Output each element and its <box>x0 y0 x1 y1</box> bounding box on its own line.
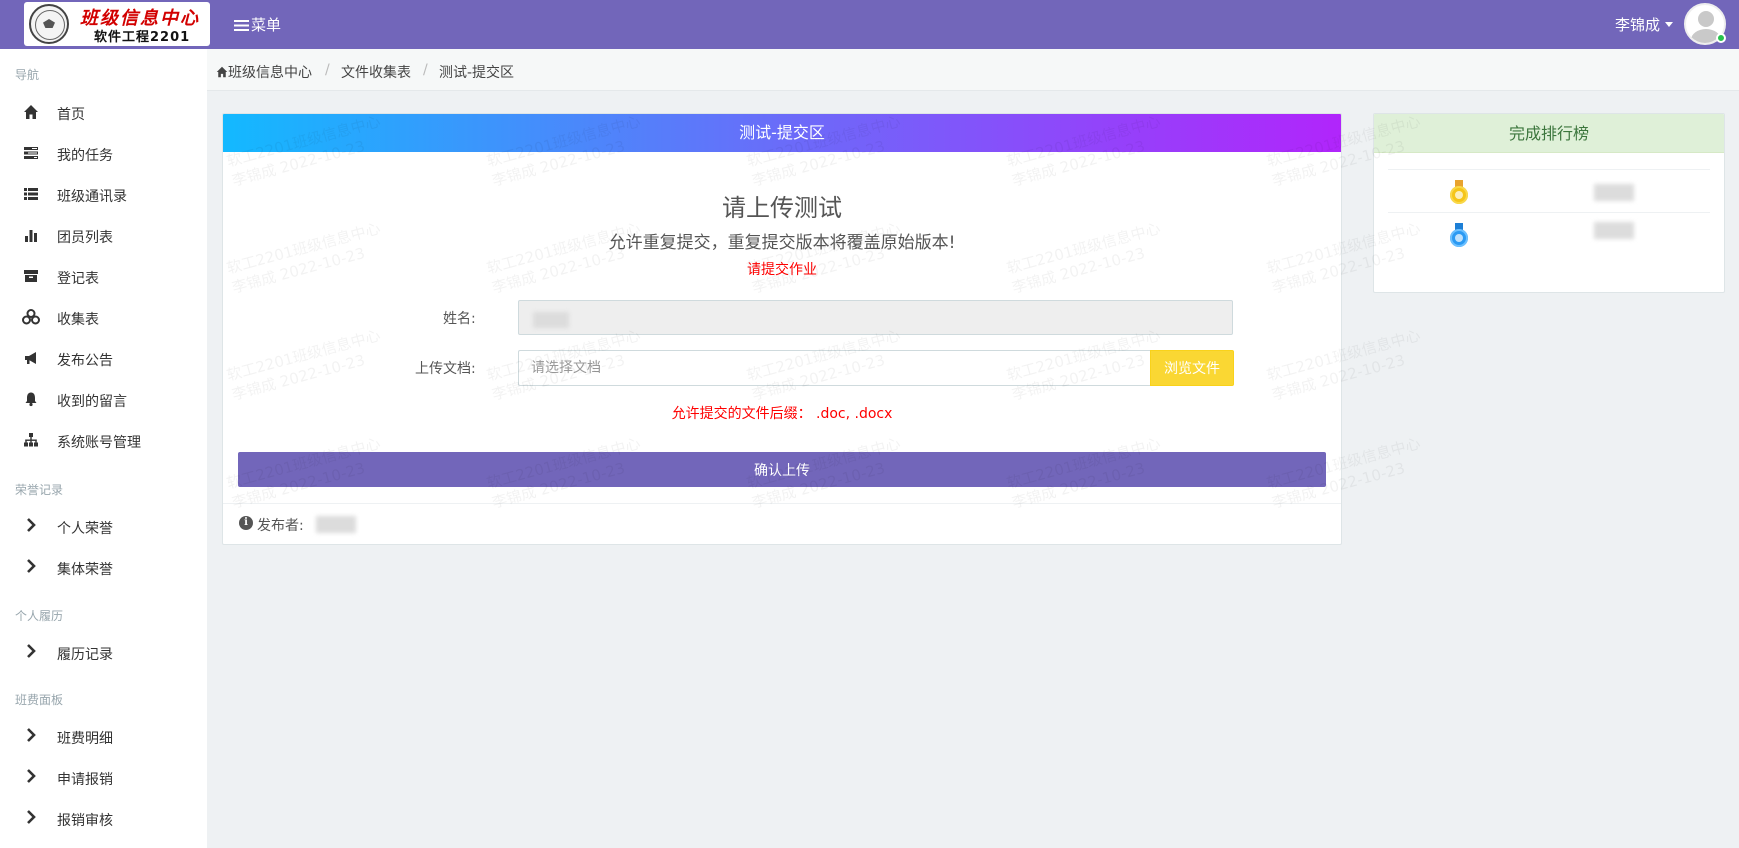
menu-toggle-label: 菜单 <box>251 16 282 34</box>
sidebar-item-announce[interactable]: 发布公告 <box>0 340 207 378</box>
upload-note: 允许重复提交，重复提交版本将覆盖原始版本! <box>608 233 956 253</box>
sidebar-item-label: 发布公告 <box>57 353 113 369</box>
sidebar-item-label: 我的任务 <box>57 148 113 164</box>
sidebar-item-label: 首页 <box>57 107 85 123</box>
cubes-icon <box>22 309 40 327</box>
sidebar-item-label: 报销审核 <box>57 813 113 829</box>
sidebar-item-label: 申请报销 <box>57 772 113 788</box>
bar-chart-icon <box>22 227 40 245</box>
sidebar-item-label: 收到的留言 <box>57 394 127 410</box>
list-icon <box>22 186 40 204</box>
breadcrumb-separator: / <box>423 62 428 78</box>
sidebar-item-group-honor[interactable]: 集体荣誉 <box>0 549 207 587</box>
redacted-rank-name <box>1594 222 1634 239</box>
name-label: 姓名: <box>443 311 476 327</box>
sitemap-icon <box>22 432 40 450</box>
tasks-icon <box>22 145 40 163</box>
archive-icon <box>22 268 40 286</box>
chevron-right-icon <box>22 518 40 536</box>
top-navbar: 班级信息中心 软件工程2201 菜单 李锦成 <box>0 0 1739 49</box>
info-icon: i <box>239 516 253 530</box>
sidebar-item-label: 集体荣誉 <box>57 562 113 578</box>
sidebar-item-label: 班级通讯录 <box>57 189 127 205</box>
sidebar-item-my-tasks[interactable]: 我的任务 <box>0 135 207 173</box>
sidebar-item-accounts[interactable]: 系统账号管理 <box>0 422 207 460</box>
allowed-suffix-note: 允许提交的文件后缀： .doc, .docx <box>671 406 893 422</box>
sidebar-item-personal-honor[interactable]: 个人荣誉 <box>0 508 207 546</box>
breadcrumb-file-collection[interactable]: 文件收集表 <box>341 62 411 82</box>
redacted-rank-name <box>1594 184 1634 201</box>
upload-panel: 测试-提交区 请上传测试 允许重复提交，重复提交版本将覆盖原始版本! 请提交作业… <box>222 113 1342 545</box>
nav-section-title: 导航 <box>15 68 40 82</box>
panel-title: 测试-提交区 <box>223 114 1341 152</box>
chevron-right-icon <box>22 559 40 577</box>
ranking-title: 完成排行榜 <box>1374 114 1724 153</box>
upload-status: 请提交作业 <box>747 262 817 278</box>
sidebar-item-label: 个人荣誉 <box>57 521 113 537</box>
file-path-input[interactable] <box>518 350 1152 386</box>
ranking-row <box>1388 169 1710 212</box>
sidebar-item-resume[interactable]: 履历记录 <box>0 634 207 672</box>
sidebar-item-members[interactable]: 团员列表 <box>0 217 207 255</box>
file-label: 上传文档: <box>415 361 476 377</box>
bell-icon <box>22 391 40 409</box>
sidebar-item-label: 班费明细 <box>57 731 113 747</box>
menu-toggle-button[interactable]: 菜单 <box>234 14 281 35</box>
panel-footer: i 发布者: <box>223 503 1341 544</box>
breadcrumb: 班级信息中心 / 文件收集表 / 测试-提交区 <box>207 49 1739 91</box>
chevron-right-icon <box>22 769 40 787</box>
sidebar-item-collect[interactable]: 收集表 <box>0 299 207 337</box>
chevron-right-icon <box>22 810 40 828</box>
user-name: 李锦成 <box>1615 16 1661 34</box>
sidebar-item-messages[interactable]: 收到的留言 <box>0 381 207 419</box>
breadcrumb-home-label: 班级信息中心 <box>228 65 312 81</box>
sidebar-item-fee-detail[interactable]: 班费明细 <box>0 718 207 756</box>
user-dropdown[interactable]: 李锦成 <box>1615 14 1674 35</box>
sidebar-item-reimburse-review[interactable]: 报销审核 <box>0 800 207 838</box>
university-seal-icon <box>29 4 69 44</box>
ranking-panel: 完成排行榜 <box>1373 113 1725 293</box>
sidebar-item-reimburse-apply[interactable]: 申请报销 <box>0 759 207 797</box>
breadcrumb-home[interactable]: 班级信息中心 <box>216 62 312 82</box>
chevron-right-icon <box>22 644 40 662</box>
logo-subtitle: 软件工程2201 <box>94 30 191 45</box>
blue-medal-icon <box>1450 223 1468 247</box>
sidebar-item-home[interactable]: 首页 <box>0 94 207 132</box>
breadcrumb-current: 测试-提交区 <box>439 65 515 81</box>
browse-file-button[interactable]: 浏览文件 <box>1150 350 1234 386</box>
online-status-indicator <box>1716 33 1726 43</box>
sidebar-item-label: 团员列表 <box>57 230 113 246</box>
upload-heading: 请上传测试 <box>722 194 842 222</box>
confirm-upload-button[interactable]: 确认上传 <box>238 452 1326 487</box>
user-silhouette-icon <box>1698 11 1714 27</box>
logo[interactable]: 班级信息中心 软件工程2201 <box>24 2 210 46</box>
sidebar-item-label: 履历记录 <box>57 647 113 663</box>
redacted-name <box>533 312 569 328</box>
name-field <box>518 300 1233 335</box>
gold-medal-icon <box>1450 180 1468 204</box>
publisher-label: 发布者: <box>257 518 304 534</box>
nav-section-title: 荣誉记录 <box>15 483 64 497</box>
home-icon <box>22 104 40 122</box>
chevron-right-icon <box>22 728 40 746</box>
sidebar-item-label: 系统账号管理 <box>57 435 141 451</box>
menu-icon <box>234 20 249 31</box>
ranking-row <box>1388 212 1710 255</box>
sidebar-item-register[interactable]: 登记表 <box>0 258 207 296</box>
home-icon <box>216 66 228 78</box>
sidebar-item-label: 登记表 <box>57 271 99 287</box>
breadcrumb-separator: / <box>325 62 330 78</box>
sidebar-item-label: 收集表 <box>57 312 99 328</box>
sidebar-item-contacts[interactable]: 班级通讯录 <box>0 176 207 214</box>
nav-section-title: 班费面板 <box>15 693 64 707</box>
caret-down-icon <box>1665 22 1674 27</box>
nav-section-title: 个人履历 <box>15 609 64 623</box>
redacted-publisher <box>316 516 356 533</box>
sidebar: 导航 首页 我的任务 班级通讯录 团员列表 登记表 收集表 发布公告 收到的留言… <box>0 49 207 848</box>
bullhorn-icon <box>22 350 40 368</box>
